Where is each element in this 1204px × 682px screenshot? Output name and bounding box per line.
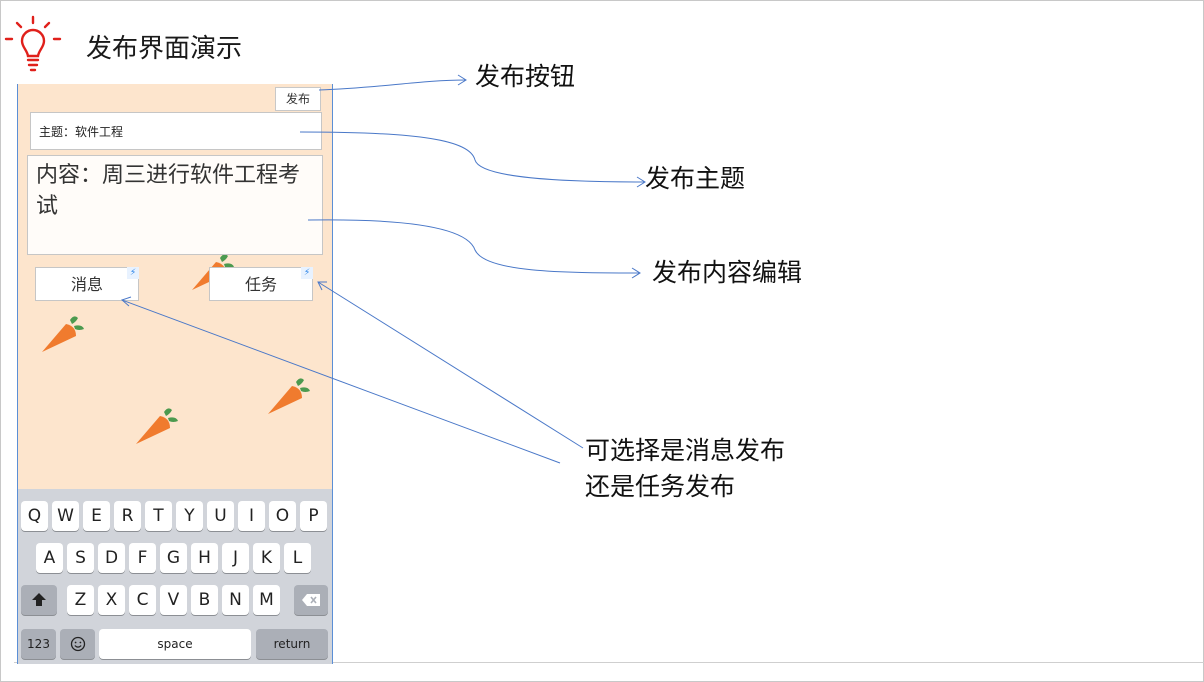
carrot-icon [42, 316, 84, 352]
annotation-publish-subject: 发布主题 [645, 164, 746, 193]
subject-input[interactable]: 主题：软件工程 [30, 112, 322, 150]
key-m[interactable]: M [253, 585, 280, 615]
virtual-keyboard: Q W E R T Y U I O P A S D F G H J K L Z … [18, 489, 332, 664]
key-a[interactable]: A [36, 543, 63, 573]
key-k[interactable]: K [253, 543, 280, 573]
annotation-publish-content: 发布内容编辑 [652, 258, 803, 287]
carrot-icon [136, 408, 178, 444]
key-v[interactable]: V [160, 585, 187, 615]
key-y[interactable]: Y [176, 501, 203, 531]
key-n[interactable]: N [222, 585, 249, 615]
arrow-to-content [307, 219, 641, 274]
annotation-publish-button: 发布按钮 [475, 62, 576, 91]
key-t[interactable]: T [145, 501, 172, 531]
lightning-icon: ⚡ [301, 267, 313, 279]
message-type-button[interactable]: 消息 ⚡ [35, 267, 139, 301]
key-x[interactable]: X [98, 585, 125, 615]
backspace-icon [302, 594, 320, 606]
key-b[interactable]: B [191, 585, 218, 615]
emoji-icon [70, 636, 85, 652]
key-q[interactable]: Q [21, 501, 48, 531]
key-j[interactable]: J [222, 543, 249, 573]
slide-title: 发布界面演示 [86, 34, 243, 64]
key-e[interactable]: E [83, 501, 110, 531]
phone-screen: 发布 主题：软件工程 内容：周三进行软件工程考试 消息 ⚡ 任务 ⚡ Q W E… [17, 84, 333, 664]
key-s[interactable]: S [67, 543, 94, 573]
annotation-type-choice-line2: 还是任务发布 [585, 472, 736, 501]
backspace-key[interactable] [294, 585, 328, 615]
shift-icon [32, 593, 46, 606]
task-type-button[interactable]: 任务 ⚡ [209, 267, 313, 301]
key-l[interactable]: L [284, 543, 311, 573]
key-g[interactable]: G [160, 543, 187, 573]
shift-key[interactable] [21, 585, 57, 615]
key-d[interactable]: D [98, 543, 125, 573]
arrow-to-subject [299, 131, 646, 183]
key-u[interactable]: U [207, 501, 234, 531]
lightning-icon: ⚡ [127, 267, 139, 279]
space-key[interactable]: space [99, 629, 251, 659]
key-r[interactable]: R [114, 501, 141, 531]
message-type-label: 消息 [70, 275, 103, 294]
content-textarea[interactable]: 内容：周三进行软件工程考试 [27, 155, 323, 255]
task-type-label: 任务 [244, 275, 277, 294]
numbers-key[interactable]: 123 [21, 629, 56, 659]
key-f[interactable]: F [129, 543, 156, 573]
annotation-type-choice-line1: 可选择是消息发布 [585, 436, 786, 465]
emoji-key[interactable] [60, 629, 95, 659]
publish-button[interactable]: 发布 [275, 87, 321, 111]
key-p[interactable]: P [300, 501, 327, 531]
key-c[interactable]: C [129, 585, 156, 615]
arrow-to-task-button [317, 281, 584, 449]
return-key[interactable]: return [256, 629, 328, 659]
key-h[interactable]: H [191, 543, 218, 573]
key-o[interactable]: O [269, 501, 296, 531]
lightbulb-icon [4, 15, 62, 72]
key-i[interactable]: I [238, 501, 265, 531]
key-z[interactable]: Z [67, 585, 94, 615]
key-w[interactable]: W [52, 501, 79, 531]
carrot-icon [268, 378, 310, 414]
arrow-to-publish-button [318, 79, 467, 91]
